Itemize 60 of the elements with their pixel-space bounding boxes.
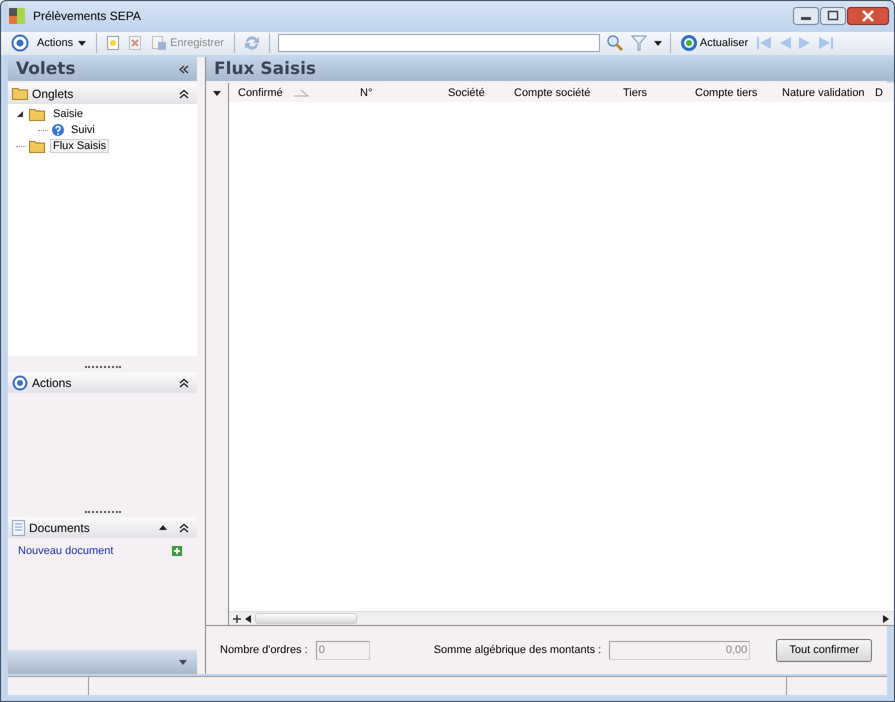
target-icon[interactable]: [11, 34, 29, 52]
new-document-link[interactable]: Nouveau document: [18, 545, 114, 558]
refresh-button[interactable]: Actualiser: [678, 35, 750, 52]
column-header[interactable]: Compte tiers: [695, 86, 782, 99]
column-header[interactable]: Confirmé: [238, 86, 360, 99]
scroll-right-icon[interactable]: [883, 614, 889, 623]
collapse-icon[interactable]: [179, 378, 189, 388]
section-header[interactable]: Documents: [8, 517, 197, 538]
close-button[interactable]: [847, 7, 889, 26]
folder-icon: [29, 108, 47, 121]
help-icon: [51, 123, 65, 138]
section-header[interactable]: Onglets: [8, 83, 197, 104]
minimize-button[interactable]: [793, 7, 819, 26]
section-title: Documents: [29, 520, 91, 535]
refresh-icon: [680, 35, 697, 52]
caret-icon[interactable]: [654, 40, 662, 46]
column-header[interactable]: Compte société: [514, 86, 623, 99]
save-icon: [151, 35, 168, 52]
search-icon[interactable]: [606, 34, 624, 52]
app-icon: [9, 7, 27, 26]
search-field[interactable]: [278, 34, 600, 52]
caret-icon[interactable]: [213, 91, 221, 96]
add-row-icon[interactable]: [233, 614, 241, 623]
confirm-all-button[interactable]: Tout confirmer: [776, 638, 872, 662]
expander-icon[interactable]: [16, 110, 24, 118]
section-title: Actions: [32, 376, 72, 390]
sidebar-title: Volets: [16, 59, 76, 80]
up-caret-icon[interactable]: [159, 525, 167, 530]
sum-field: 0,00: [609, 640, 750, 660]
folder-icon: [12, 87, 28, 100]
column-header[interactable]: D: [875, 86, 894, 99]
collapse-icon[interactable]: [179, 64, 189, 74]
target-icon: [12, 374, 28, 391]
column-header[interactable]: Société: [448, 86, 514, 99]
column-header[interactable]: Nature validation: [782, 86, 875, 99]
document-icon: [12, 520, 25, 536]
tree-item[interactable]: Flux Saisis: [50, 139, 110, 154]
section-header[interactable]: Actions: [8, 372, 197, 394]
collapse-icon[interactable]: [179, 522, 189, 533]
section-title: Onglets: [32, 86, 74, 101]
folder-icon: [29, 140, 47, 153]
caret-icon: [78, 40, 86, 46]
column-header[interactable]: Tiers: [623, 86, 695, 99]
scrollbar-thumb[interactable]: [255, 613, 357, 624]
count-field: 0: [316, 640, 370, 660]
maximize-button[interactable]: [820, 7, 846, 26]
collapse-icon[interactable]: [179, 88, 189, 99]
tree-item[interactable]: Saisie: [50, 107, 86, 122]
sort-icon: [292, 88, 309, 97]
column-header[interactable]: N°: [360, 86, 448, 99]
content-title: Flux Saisis: [214, 59, 316, 80]
window-title: Prélèvements SEPA: [33, 9, 141, 24]
scroll-left-icon[interactable]: [245, 614, 251, 623]
field-label: Somme algébrique des montants :: [434, 644, 602, 656]
add-icon[interactable]: [172, 546, 182, 556]
new-document-icon[interactable]: [105, 35, 122, 52]
field-label: Nombre d'ordres :: [220, 644, 308, 656]
tree-item[interactable]: Suivi: [68, 123, 98, 138]
caret-icon[interactable]: [179, 660, 187, 665]
actions-menu[interactable]: Actions: [35, 37, 88, 50]
